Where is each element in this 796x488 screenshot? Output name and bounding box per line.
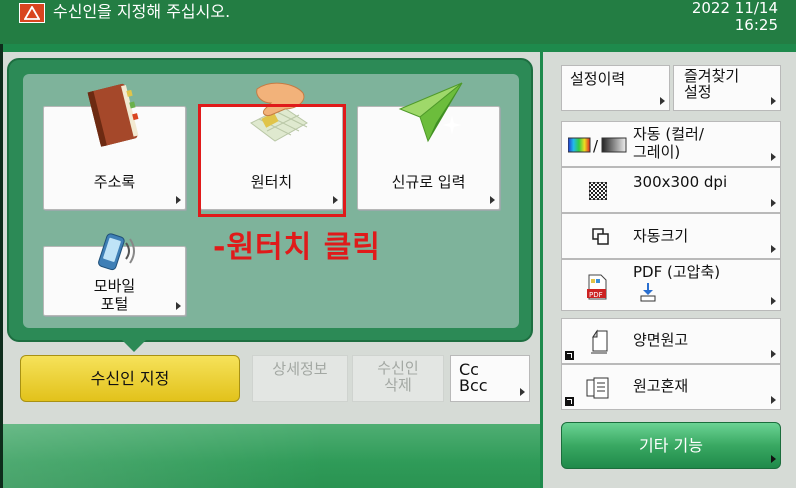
color-mode-line2: 그레이): [633, 143, 681, 161]
clock-date: 2022 11/14: [691, 0, 778, 17]
svg-text:PDF: PDF: [589, 291, 603, 299]
settings-history-label: 설정이력: [570, 70, 626, 88]
chevron-right-icon: [520, 388, 525, 396]
mobile-portal-button[interactable]: 모바일 포털: [43, 233, 186, 316]
scan-size-icon: [592, 228, 609, 245]
compress-download-icon: [640, 283, 656, 302]
chevron-right-icon: [771, 97, 776, 105]
clock: 2022 11/14 16:25: [692, 0, 778, 34]
color-mode-button[interactable]: / 자동 (컬러/ 그레이): [561, 121, 781, 167]
duplex-original-button[interactable]: 양면원고: [561, 318, 781, 364]
address-book-label: 주소록: [93, 173, 136, 191]
instruction-annotation: -원터치 클릭: [213, 230, 381, 265]
mobile-portal-label-line1: 모바일: [93, 277, 136, 295]
chevron-right-icon: [771, 245, 776, 253]
new-entry-label: 신규로 입력: [391, 173, 466, 191]
chevron-right-icon: [771, 153, 776, 161]
file-format-button[interactable]: PDF PDF (고압축): [561, 259, 781, 311]
address-book-button[interactable]: 주소록: [43, 83, 186, 210]
new-entry-button[interactable]: 신규로 입력: [357, 82, 500, 210]
resolution-button[interactable]: 300x300 dpi: [561, 167, 781, 213]
clock-time: 16:25: [734, 16, 778, 34]
chevron-right-icon: [660, 97, 665, 105]
scan-size-value: 자동크기: [633, 227, 689, 245]
mobile-phone-icon: [98, 233, 135, 271]
chevron-right-icon: [771, 297, 776, 305]
mobile-portal-label-line2: 포털: [100, 295, 129, 313]
svg-text:/: /: [593, 137, 599, 154]
favorite-settings-button[interactable]: 즐겨찾기 설정: [673, 65, 781, 111]
scan-size-button[interactable]: 자동크기: [561, 213, 781, 259]
other-functions-button[interactable]: 기타 기능: [561, 422, 781, 469]
status-bar: 수신인을 지정해 주십시오. 2022 11/14 16:25: [0, 0, 796, 44]
chevron-right-icon: [490, 196, 495, 204]
chevron-right-icon: [771, 199, 776, 207]
duplex-label: 양면원고: [633, 331, 689, 349]
specify-destination-button[interactable]: 수신인 지정: [20, 355, 240, 402]
shortcut-arrow-icon: [565, 397, 574, 406]
address-book-icon: [87, 83, 139, 147]
resolution-icon: [589, 182, 607, 200]
cc-bcc-button[interactable]: Cc Bcc: [450, 355, 530, 402]
paper-plane-icon: [398, 82, 463, 143]
chevron-right-icon: [176, 302, 181, 310]
other-functions-label: 기타 기능: [639, 436, 703, 455]
color-gray-icon: /: [568, 137, 627, 154]
duplex-page-icon: [591, 329, 608, 354]
favorites-label-line1: 즐겨찾기: [684, 67, 740, 85]
mixed-originals-button[interactable]: 원고혼재: [561, 364, 781, 410]
warning-icon: [19, 3, 45, 23]
bcc-label: Bcc: [459, 376, 488, 395]
chevron-right-icon: [771, 350, 776, 358]
file-format-value: PDF (고압축): [633, 263, 721, 281]
shortcut-arrow-icon: [565, 351, 574, 360]
delete-destination-button[interactable]: 수신인 삭제: [352, 355, 444, 402]
delete-label-line1: 수신인: [377, 359, 419, 377]
panel-pointer: [122, 340, 146, 352]
settings-history-button[interactable]: 설정이력: [561, 65, 670, 111]
click-highlight-box: [198, 104, 346, 217]
bottom-bar: [3, 424, 540, 488]
details-button[interactable]: 상세정보: [252, 355, 348, 402]
screen: 수신인을 지정해 주십시오. 2022 11/14 16:25 주소록 원터치 …: [0, 0, 796, 488]
mixed-label: 원고혼재: [633, 377, 689, 395]
details-label: 상세정보: [272, 360, 328, 378]
delete-label-line2: 삭제: [384, 376, 412, 394]
chevron-right-icon: [176, 196, 181, 204]
chevron-right-icon: [771, 455, 776, 463]
chevron-right-icon: [771, 396, 776, 404]
resolution-value: 300x300 dpi: [633, 173, 728, 191]
color-mode-line1: 자동 (컬러/: [633, 125, 704, 143]
mixed-size-icon: [586, 377, 609, 399]
favorites-label-line2: 설정: [684, 83, 712, 101]
status-message: 수신인을 지정해 주십시오.: [53, 2, 231, 21]
pdf-file-icon: PDF: [587, 274, 607, 300]
